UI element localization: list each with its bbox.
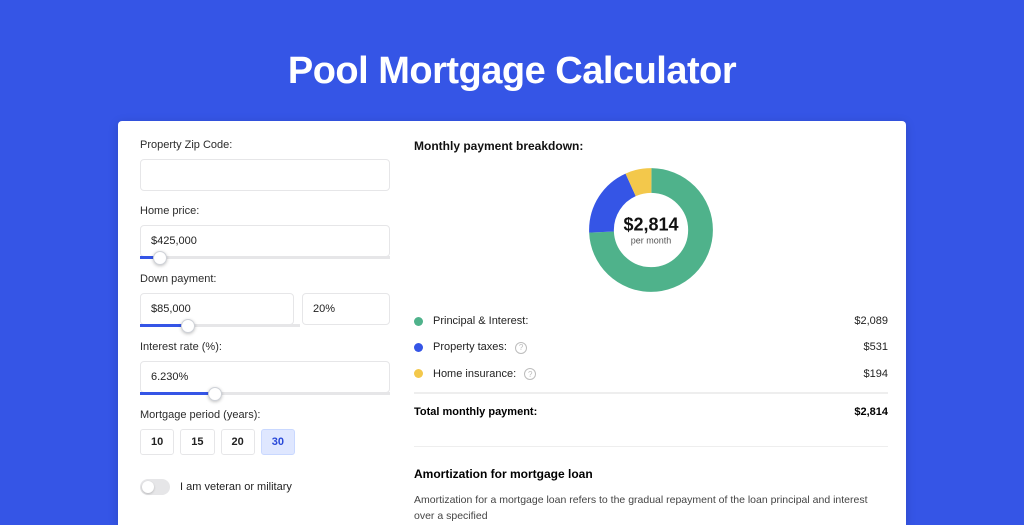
page-title: Pool Mortgage Calculator <box>288 50 736 93</box>
legend-principal-interest: Principal & Interest: $2,089 <box>414 315 888 327</box>
dot-icon <box>414 369 423 378</box>
home-price-label: Home price: <box>140 205 390 217</box>
mortgage-period-label: Mortgage period (years): <box>140 409 390 421</box>
legend-label: Home insurance: ? <box>433 368 864 381</box>
breakdown-legend: Principal & Interest: $2,089 Property ta… <box>414 315 888 394</box>
dot-icon <box>414 317 423 326</box>
slider-thumb[interactable] <box>153 251 167 265</box>
slider-thumb[interactable] <box>181 319 195 333</box>
slider-thumb[interactable] <box>208 387 222 401</box>
period-20-button[interactable]: 20 <box>221 429 255 455</box>
zip-input[interactable] <box>140 159 390 191</box>
breakdown-panel: Monthly payment breakdown: $2,814 per mo… <box>414 139 888 525</box>
calculator-card: Property Zip Code: Home price: Down paym… <box>118 121 906 525</box>
form-panel: Property Zip Code: Home price: Down paym… <box>140 139 390 525</box>
interest-rate-label: Interest rate (%): <box>140 341 390 353</box>
total-amount: $2,814 <box>854 406 888 418</box>
mortgage-period-group: 10 15 20 30 <box>140 429 390 455</box>
veteran-toggle-label: I am veteran or military <box>180 481 292 493</box>
down-payment-amount-input[interactable] <box>140 293 294 325</box>
divider <box>414 446 888 447</box>
info-icon[interactable]: ? <box>515 342 527 354</box>
payment-donut-chart: $2,814 per month <box>586 165 716 295</box>
legend-home-insurance: Home insurance: ? $194 <box>414 368 888 394</box>
donut-sub-label: per month <box>623 236 678 246</box>
period-10-button[interactable]: 10 <box>140 429 174 455</box>
down-payment-slider[interactable] <box>140 324 300 327</box>
zip-label: Property Zip Code: <box>140 139 390 151</box>
amortization-text: Amortization for a mortgage loan refers … <box>414 493 888 525</box>
total-label: Total monthly payment: <box>414 406 854 418</box>
home-price-input[interactable] <box>140 225 390 257</box>
donut-total-amount: $2,814 <box>623 215 678 236</box>
home-price-slider[interactable] <box>140 256 390 259</box>
amortization-title: Amortization for mortgage loan <box>414 467 888 481</box>
legend-property-taxes: Property taxes: ? $531 <box>414 341 888 354</box>
legend-label: Property taxes: ? <box>433 341 864 354</box>
total-row: Total monthly payment: $2,814 <box>414 394 888 418</box>
legend-amount: $194 <box>864 368 888 380</box>
toggle-knob <box>142 481 154 493</box>
legend-amount: $2,089 <box>854 315 888 327</box>
down-payment-pct-input[interactable] <box>302 293 390 325</box>
period-15-button[interactable]: 15 <box>180 429 214 455</box>
breakdown-title: Monthly payment breakdown: <box>414 139 888 153</box>
interest-rate-input[interactable] <box>140 361 390 393</box>
period-30-button[interactable]: 30 <box>261 429 295 455</box>
interest-rate-slider[interactable] <box>140 392 390 395</box>
down-payment-label: Down payment: <box>140 273 390 285</box>
legend-amount: $531 <box>864 341 888 353</box>
veteran-toggle[interactable] <box>140 479 170 495</box>
info-icon[interactable]: ? <box>524 368 536 380</box>
legend-label: Principal & Interest: <box>433 315 854 327</box>
dot-icon <box>414 343 423 352</box>
